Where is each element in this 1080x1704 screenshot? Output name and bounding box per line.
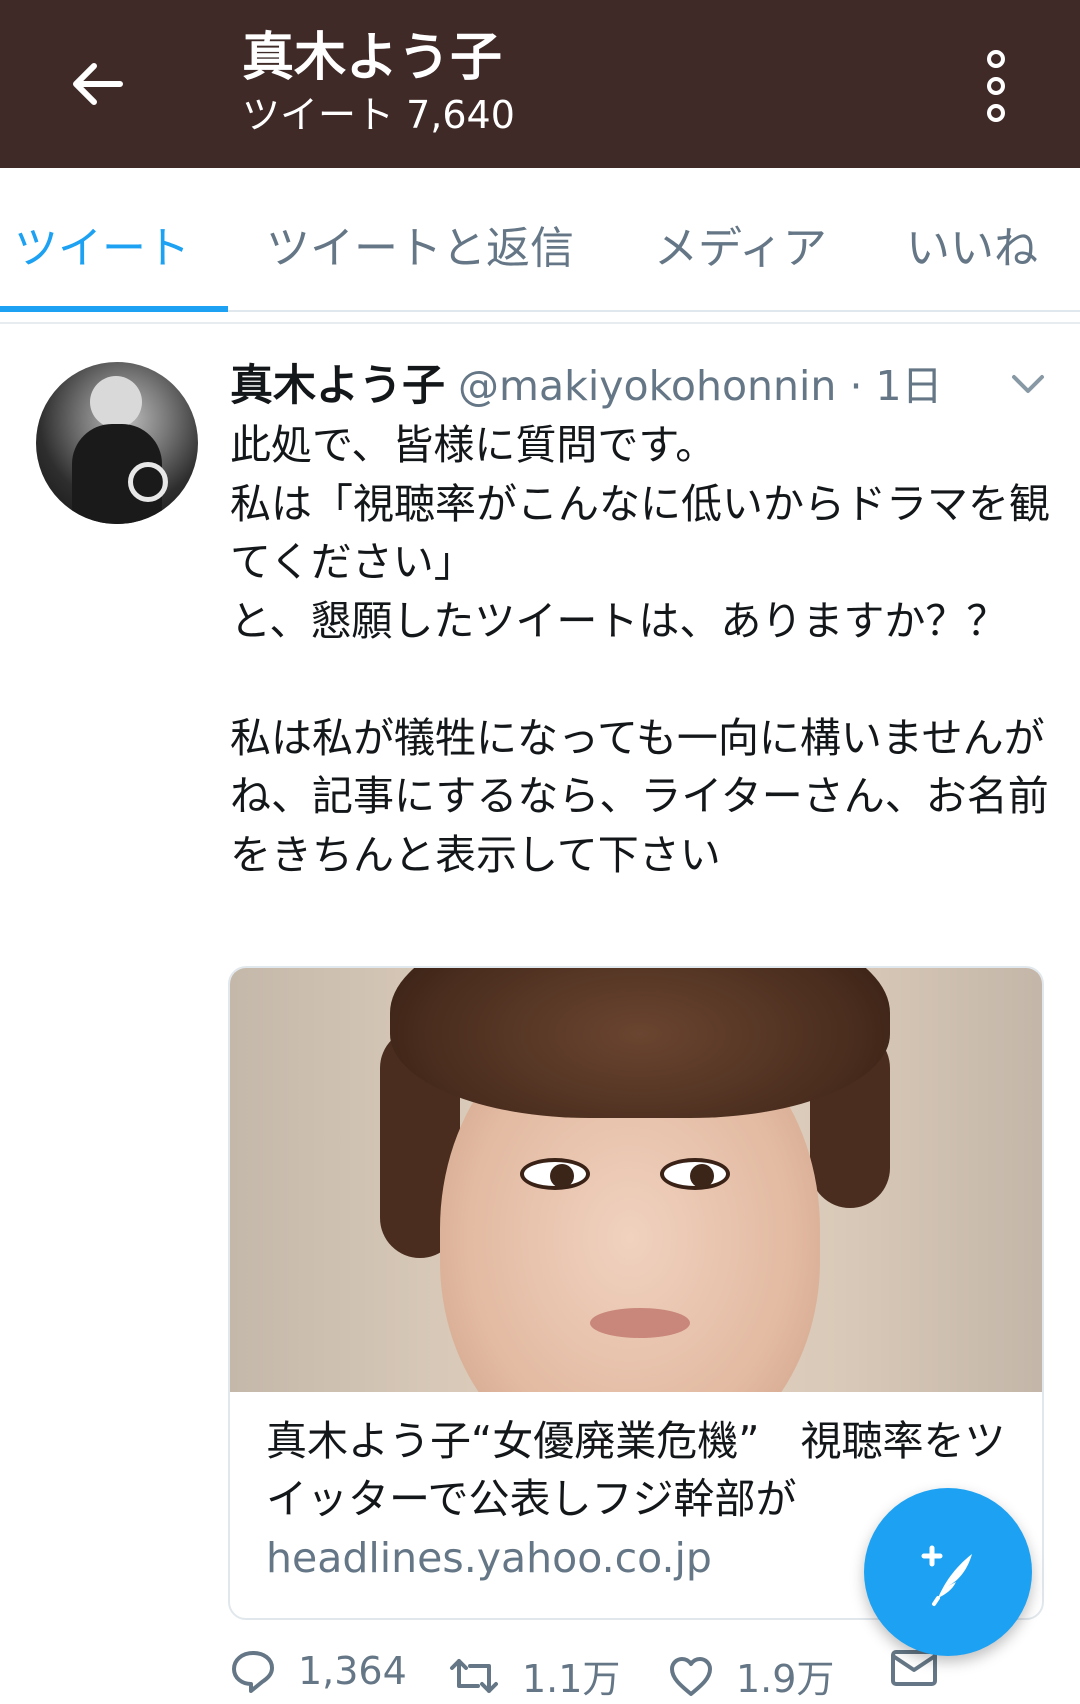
- reply-button[interactable]: 1,364: [230, 1648, 407, 1694]
- top-app-bar: 真木よう子 ツイート 7,640: [0, 0, 1080, 168]
- tab-media[interactable]: メディア: [654, 212, 827, 276]
- more-options-button[interactable]: [972, 50, 1020, 122]
- eye-left: [520, 1158, 590, 1190]
- eye-right: [660, 1158, 730, 1190]
- like-count: 1.9万: [736, 1657, 835, 1701]
- tweet-author-name[interactable]: 真木よう子: [230, 361, 445, 411]
- reply-count: 1,364: [298, 1649, 407, 1693]
- retweet-icon: [450, 1658, 498, 1693]
- like-button[interactable]: 1.9万: [668, 1648, 834, 1703]
- reply-icon: [232, 1651, 274, 1693]
- retweet-button[interactable]: 1.1万: [448, 1648, 620, 1703]
- more-dot: [987, 104, 1005, 122]
- tweet-header: 真木よう子 @makiyokohonnin · 1日: [230, 358, 943, 414]
- avatar-flower: [128, 462, 168, 502]
- heart-icon: [670, 1656, 712, 1696]
- profile-title: 真木よう子: [242, 28, 503, 88]
- tab-tweets-and-replies[interactable]: ツイートと返信: [266, 212, 574, 276]
- back-button[interactable]: [64, 52, 128, 116]
- active-tab-indicator: [0, 306, 228, 312]
- card-domain: headlines.yahoo.co.jp: [266, 1534, 712, 1582]
- compose-tweet-button[interactable]: [864, 1488, 1032, 1656]
- tweet-timestamp[interactable]: 1日: [876, 362, 943, 410]
- divider: [0, 322, 1080, 324]
- more-vertical-icon: [987, 50, 1005, 68]
- tab-tweets[interactable]: ツイート: [14, 212, 190, 276]
- separator-dot: ·: [849, 362, 863, 410]
- tab-likes[interactable]: いいね: [906, 212, 1038, 276]
- lips: [590, 1308, 690, 1338]
- avatar[interactable]: [36, 362, 198, 524]
- tweet-author-handle[interactable]: @makiyokohonnin: [458, 362, 836, 410]
- tweet-count: ツイート 7,640: [242, 93, 515, 137]
- chevron-down-icon[interactable]: [1010, 372, 1046, 396]
- tweet-body: 此処で、皆様に質問です。 私は「視聴率がこんなに低いからドラマを観てください」 …: [230, 421, 1050, 879]
- compose-tweet-icon: [921, 1545, 972, 1606]
- more-dot: [987, 77, 1005, 95]
- hair-top: [390, 968, 890, 1118]
- tweet-actions: 1,364 1.1万 1.9万: [230, 1648, 1050, 1704]
- retweet-count: 1.1万: [522, 1657, 621, 1701]
- card-image: [230, 968, 1042, 1392]
- profile-tabs: ツイート ツイートと返信 メディア いいね: [0, 168, 1080, 312]
- header-titles: 真木よう子 ツイート 7,640: [242, 24, 515, 140]
- avatar-head: [90, 376, 142, 428]
- arrow-left-icon: [73, 63, 123, 105]
